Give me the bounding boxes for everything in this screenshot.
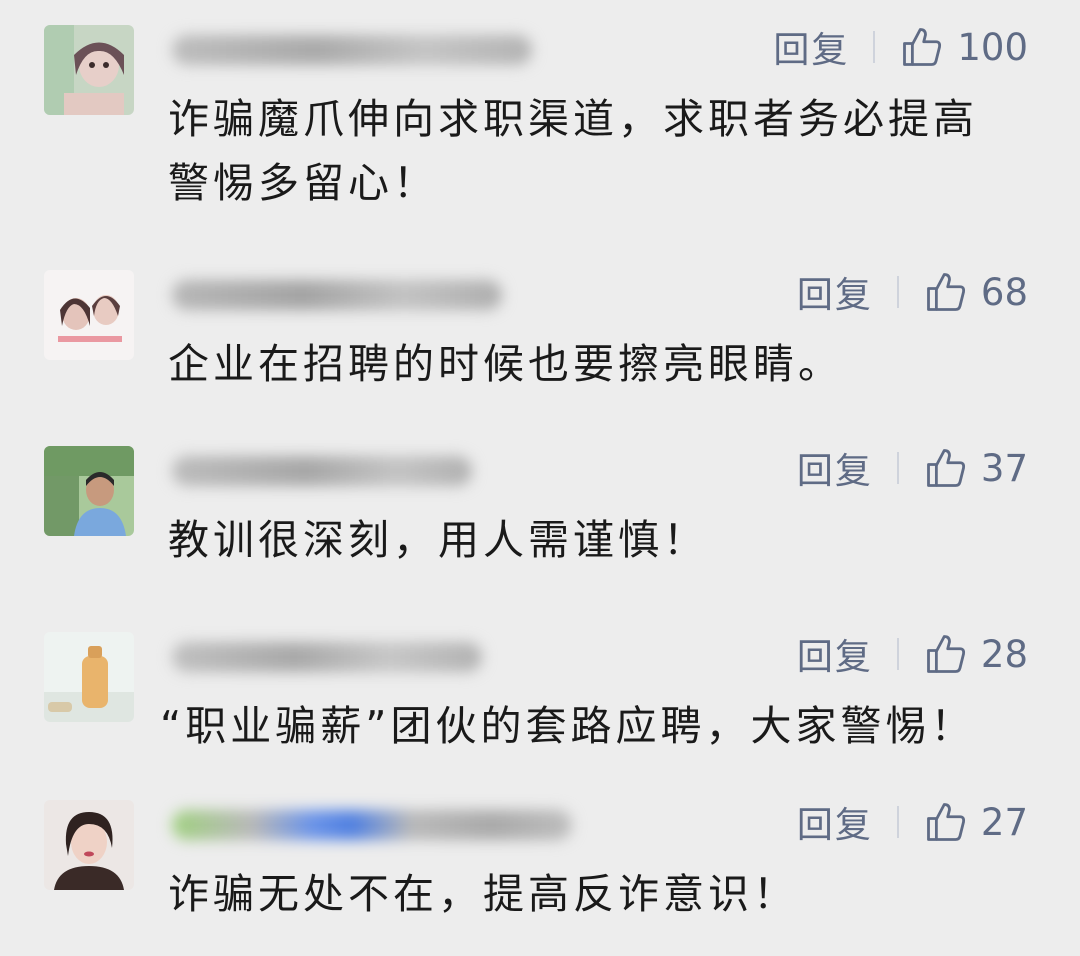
- like-count: 27: [980, 800, 1028, 844]
- thumbs-up-icon: [927, 803, 965, 841]
- reply-button[interactable]: 回复: [797, 442, 873, 494]
- avatar[interactable]: [44, 800, 134, 890]
- reply-button[interactable]: 回复: [797, 628, 873, 680]
- like-count: 100: [957, 25, 1028, 69]
- nickname-blurred[interactable]: [172, 642, 482, 672]
- avatar[interactable]: [44, 446, 134, 536]
- avatar[interactable]: [44, 270, 134, 360]
- comment-list: 回复 100 诈骗魔爪伸向求职渠道，求职者务必提高警惕多留心！ 回复 68 企业…: [0, 0, 1080, 956]
- thumbs-up-icon: [927, 273, 965, 311]
- divider: [896, 276, 899, 308]
- reply-button[interactable]: 回复: [773, 21, 849, 73]
- like-button[interactable]: 100: [901, 26, 1028, 69]
- comment-actions: 回复 28: [797, 632, 1028, 679]
- like-button[interactable]: 68: [925, 271, 1028, 314]
- like-button[interactable]: 37: [925, 447, 1028, 490]
- comment-text: 企业在招聘的时候也要擦亮眼睛。: [168, 340, 843, 388]
- nickname-blurred[interactable]: [172, 810, 572, 840]
- avatar[interactable]: [44, 632, 134, 722]
- comment-text: 教训很深刻，用人需谨慎！: [168, 516, 708, 564]
- avatar[interactable]: [44, 25, 134, 115]
- comment-actions: 回复 37: [797, 446, 1028, 493]
- like-button[interactable]: 27: [925, 801, 1028, 844]
- nickname-blurred[interactable]: [172, 456, 472, 486]
- comment-actions: 回复 100: [773, 25, 1028, 72]
- like-count: 37: [980, 446, 1028, 490]
- divider: [873, 31, 876, 63]
- reply-button[interactable]: 回复: [797, 266, 873, 318]
- comment-text: 诈骗无处不在，提高反诈意识！: [168, 870, 798, 918]
- thumbs-up-icon: [903, 28, 942, 66]
- divider: [896, 806, 899, 838]
- divider: [896, 638, 899, 670]
- like-count: 28: [980, 632, 1028, 676]
- like-button[interactable]: 28: [925, 633, 1028, 676]
- comment-text: 诈骗魔爪伸向求职渠道，求职者务必提高警惕多留心！: [168, 95, 978, 207]
- comment-actions: 回复 27: [797, 800, 1028, 847]
- comment-text: “职业骗薪”团伙的套路应聘，大家警惕！: [160, 702, 976, 750]
- nickname-blurred[interactable]: [172, 35, 532, 65]
- nickname-blurred[interactable]: [172, 280, 502, 310]
- thumbs-up-icon: [927, 635, 965, 673]
- thumbs-up-icon: [927, 449, 965, 487]
- comment-actions: 回复 68: [797, 270, 1028, 317]
- like-count: 68: [980, 270, 1028, 314]
- reply-button[interactable]: 回复: [797, 796, 873, 848]
- divider: [896, 452, 899, 484]
